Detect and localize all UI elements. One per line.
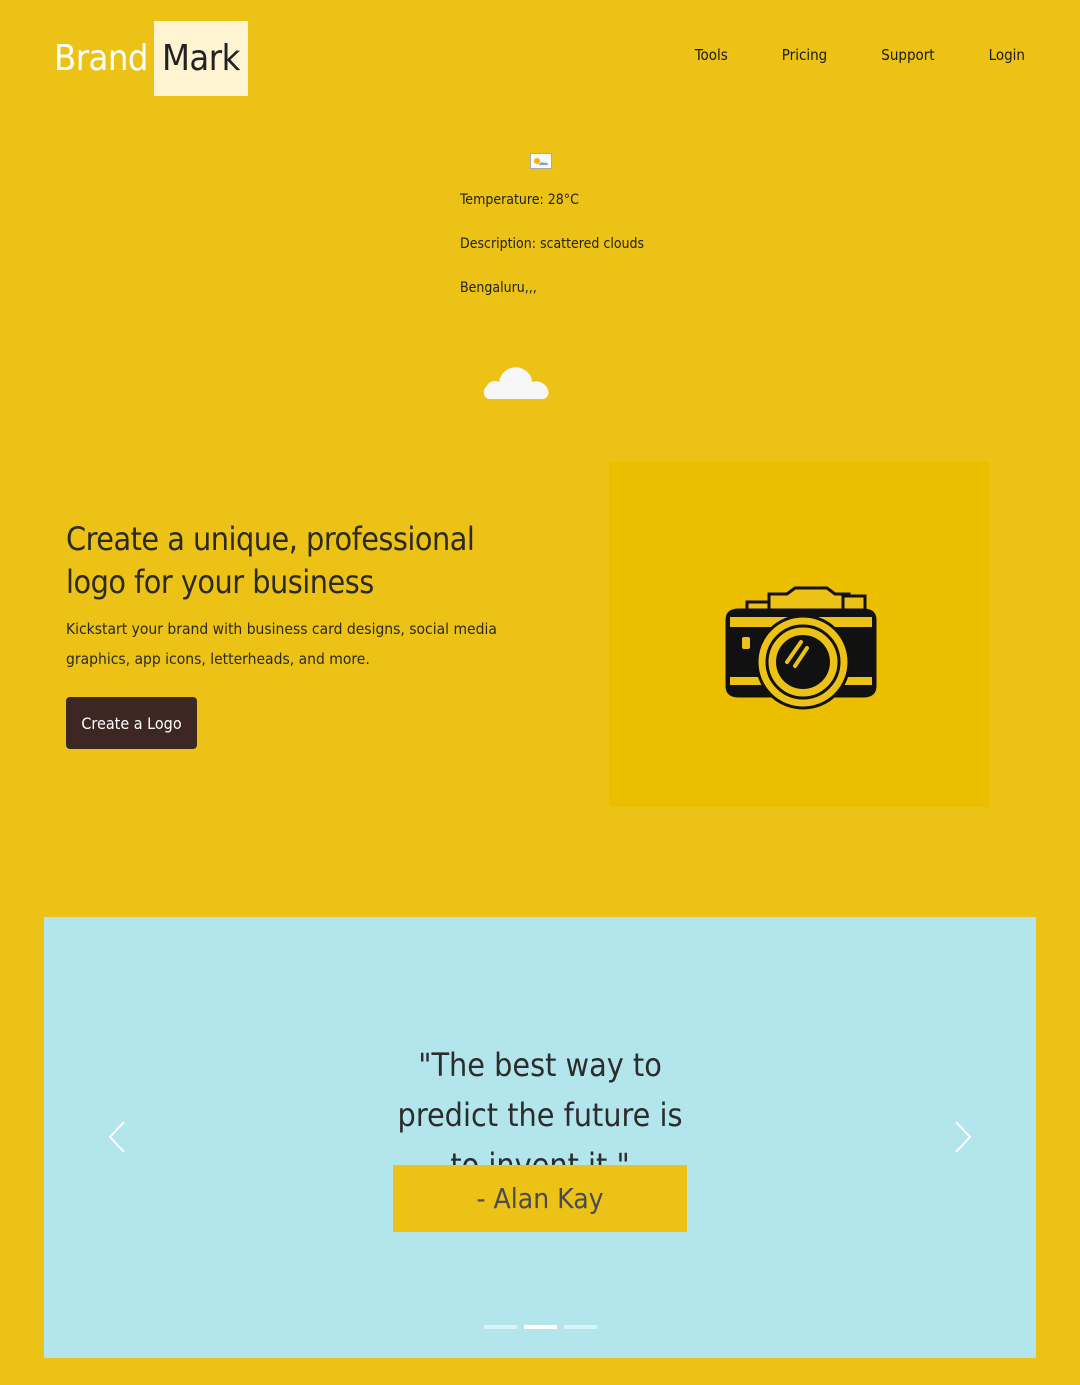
hero-image (609, 462, 989, 807)
carousel-indicators (484, 1325, 597, 1329)
nav-support[interactable]: Support (881, 46, 934, 64)
testimonial-author: - Alan Kay (393, 1165, 687, 1232)
testimonial-carousel: "The best way to predict the future is t… (44, 917, 1036, 1358)
carousel-dot-3[interactable] (564, 1325, 597, 1329)
logo-brand-text: Brand (54, 38, 148, 79)
cloud-icon (483, 367, 549, 399)
logo-mark-text: Mark (153, 21, 248, 96)
carousel-dot-1[interactable] (484, 1325, 517, 1329)
hero-title: Create a unique, professional logo for y… (66, 520, 475, 601)
weather-location: Bengaluru,,, (460, 280, 537, 296)
weather-temperature: Temperature: 28°C (460, 192, 579, 208)
chevron-right-icon[interactable] (950, 1120, 974, 1154)
carousel-dot-2[interactable] (524, 1325, 557, 1329)
camera-icon (725, 586, 877, 710)
create-logo-button[interactable]: Create a Logo (66, 697, 197, 749)
main-nav: Tools Pricing Support Login (695, 46, 1025, 64)
hero-subtitle: Kickstart your brand with business card … (66, 620, 497, 668)
nav-login[interactable]: Login (989, 46, 1025, 64)
weather-description: Description: scattered clouds (460, 236, 645, 252)
weather-icon (530, 153, 552, 169)
nav-pricing[interactable]: Pricing (782, 46, 827, 64)
brand-logo[interactable]: Brand Mark (54, 21, 248, 96)
nav-tools[interactable]: Tools (695, 46, 728, 64)
